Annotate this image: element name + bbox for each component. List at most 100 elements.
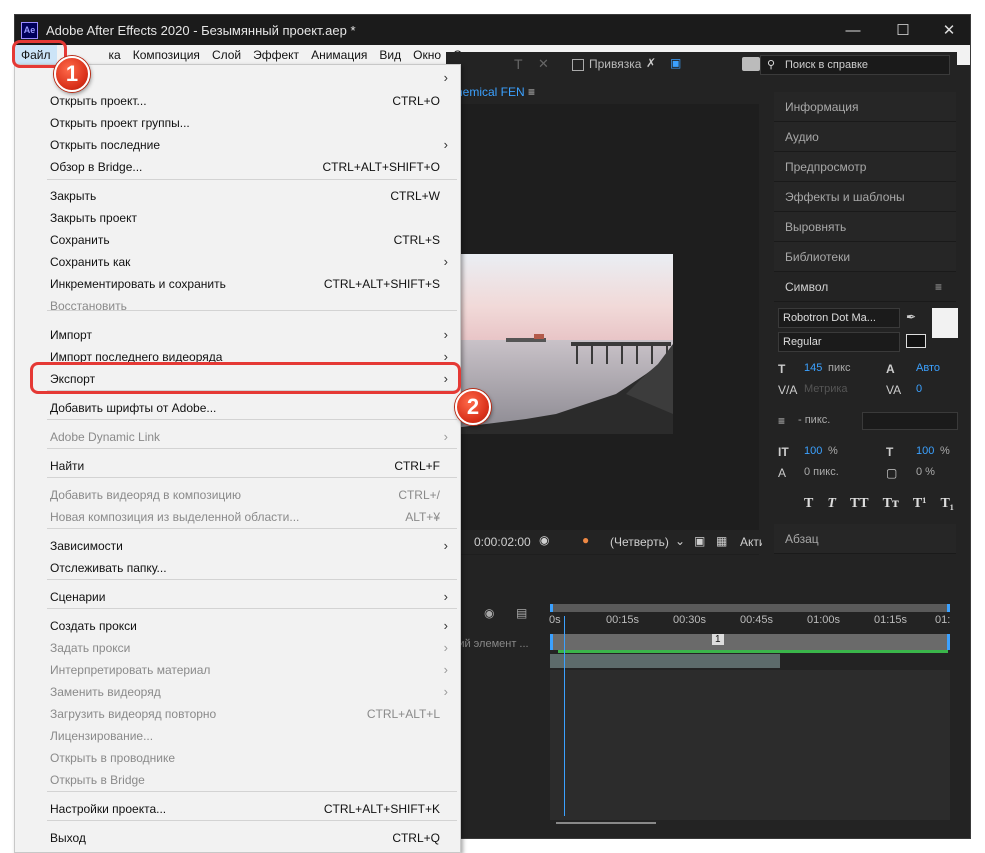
menu-animation[interactable]: Анимация	[305, 45, 373, 65]
layer-bar[interactable]	[550, 634, 950, 650]
after-effects-logo-icon: Ae	[21, 21, 38, 39]
menu-item-label: Зависимости	[50, 539, 123, 553]
kerning-value[interactable]: Метрика	[804, 383, 848, 395]
menu-item-dependencies[interactable]: Зависимости ›	[15, 535, 460, 557]
menu-item-set-proxy: Задать прокси ›	[15, 637, 460, 659]
menu-item-save-as[interactable]: Сохранить как ›	[15, 251, 460, 273]
menu-item-shortcut: CTRL+ALT+SHIFT+O	[322, 160, 440, 174]
menu-item-increment-and-save[interactable]: Инкрементировать и сохранить CTRL+ALT+SHI…	[15, 273, 460, 295]
eyedropper-icon[interactable]: ✒	[906, 310, 916, 324]
stroke-color-swatch[interactable]	[906, 334, 926, 348]
panel-info[interactable]: Информация	[774, 92, 956, 122]
tracking-icon: VA	[886, 383, 902, 397]
playhead[interactable]	[564, 616, 565, 816]
menu-item-open-recent[interactable]: Открыть последние ›	[15, 134, 460, 156]
current-time-field[interactable]: 0:00:02:00	[474, 535, 531, 549]
menu-item-project-settings[interactable]: Настройки проекта... CTRL+ALT+SHIFT+K	[15, 798, 460, 820]
panel-align[interactable]: Выровнять	[774, 212, 956, 242]
menu-item-close-project[interactable]: Закрыть проект	[15, 207, 460, 229]
font-size-value[interactable]: 145	[804, 362, 822, 374]
menu-item-exit[interactable]: Выход CTRL+Q	[15, 827, 460, 849]
menu-view[interactable]: Вид	[373, 45, 407, 65]
tab-menu-icon[interactable]: ≡	[528, 80, 535, 104]
stroke-width-value[interactable]: - пикс.	[798, 414, 830, 426]
horizontal-scale-value[interactable]: 100	[916, 445, 934, 457]
panel-effects-presets[interactable]: Эффекты и шаблоны	[774, 182, 956, 212]
fill-color-swatch[interactable]	[932, 308, 958, 338]
motion-blur-icon[interactable]: ◉	[484, 606, 494, 620]
snapshot-icon[interactable]: ◉	[539, 533, 549, 547]
chevron-down-icon[interactable]: ⌄	[675, 534, 685, 548]
horizontal-scale-unit: %	[940, 445, 950, 457]
menu-separator	[47, 179, 457, 180]
menu-item-close[interactable]: Закрыть CTRL+W	[15, 185, 460, 207]
menu-item-save[interactable]: Сохранить CTRL+S	[15, 229, 460, 251]
help-search-input[interactable]: ⚲ Поиск в справке	[760, 55, 950, 75]
subscript-button[interactable]: T₁	[940, 496, 954, 512]
menu-item-label: Новая композиция из выделенной области..…	[50, 510, 300, 524]
small-caps-button[interactable]: Tт	[883, 496, 899, 512]
composition-tab[interactable]: hemical FEN ≡	[446, 80, 759, 104]
menu-item-add-fonts-from-adobe[interactable]: Добавить шрифты от Adobe...	[15, 397, 460, 419]
superscript-button[interactable]: T¹	[913, 496, 927, 512]
zoom-slider[interactable]	[556, 822, 656, 824]
menu-composition[interactable]: Композиция	[127, 45, 206, 65]
snap-checkbox[interactable]	[572, 59, 584, 71]
menu-item-watch-folder[interactable]: Отслеживать папку...	[15, 557, 460, 579]
vertical-scale-value[interactable]: 100	[804, 445, 822, 457]
font-family-select[interactable]: Robotron Dot Ma...	[778, 308, 900, 328]
menu-item-import[interactable]: Импорт ›	[15, 324, 460, 346]
marker-label[interactable]: 1	[712, 634, 724, 645]
tracking-value[interactable]: 0	[916, 383, 922, 395]
menu-item-label: Инкрементировать и сохранить	[50, 277, 226, 291]
menu-window[interactable]: Окно	[407, 45, 447, 65]
menu-layer[interactable]: Слой	[206, 45, 247, 65]
menu-item-shortcut: CTRL+W	[390, 189, 440, 203]
close-icon[interactable]: ✕	[926, 15, 970, 45]
color-channels-icon[interactable]: ●	[582, 533, 589, 547]
graph-editor-icon[interactable]: ▤	[516, 606, 527, 620]
menu-item-scripts[interactable]: Сценарии ›	[15, 586, 460, 608]
panel-menu-icon[interactable]: ≡	[935, 272, 942, 302]
menu-item-label: Интерпретировать материал	[50, 663, 211, 677]
snap-edges-icon[interactable]: ▣	[670, 56, 681, 70]
panel-character-header[interactable]: Символ ≡	[774, 272, 956, 302]
menu-item-label: Добавить видеоряд в композицию	[50, 488, 242, 502]
panel-audio[interactable]: Аудио	[774, 122, 956, 152]
menu-item-shortcut: CTRL+/	[398, 488, 440, 502]
menu-item-find[interactable]: Найти CTRL+F	[15, 455, 460, 477]
chevron-right-icon: ›	[443, 429, 448, 444]
menu-item-open-team-project[interactable]: Открыть проект группы...	[15, 112, 460, 134]
font-style-select[interactable]: Regular	[778, 332, 900, 352]
type-tool-icon[interactable]: T	[514, 56, 523, 72]
snap-options-icon[interactable]: ✗	[646, 56, 656, 70]
baseline-shift-value[interactable]: 0 пикс.	[804, 466, 839, 478]
transparency-grid-icon[interactable]: ▦	[716, 534, 727, 548]
panel-paragraph[interactable]: Абзац	[774, 524, 956, 554]
layer-clip[interactable]	[550, 654, 780, 668]
menu-item-create-proxy[interactable]: Создать прокси ›	[15, 615, 460, 637]
region-icon[interactable]: ▣	[694, 534, 705, 548]
menu-item-open-project[interactable]: Открыть проект... CTRL+O	[15, 90, 460, 112]
workspace-icon[interactable]	[742, 57, 760, 71]
pin-tool-icon[interactable]: ✕	[538, 56, 549, 72]
menu-item-reload-footage: Загрузить видеоряд повторно CTRL+ALT+L	[15, 703, 460, 725]
menu-item-browse-in-bridge[interactable]: Обзор в Bridge... CTRL+ALT+SHIFT+O	[15, 156, 460, 178]
faux-italic-button[interactable]: T	[827, 496, 836, 512]
minimize-icon[interactable]: —	[830, 15, 876, 45]
resolution-dropdown[interactable]: (Четверть)	[610, 535, 669, 549]
maximize-icon[interactable]: ☐	[880, 15, 926, 45]
menu-item-label: Открыть проект...	[50, 94, 147, 108]
work-area-bar[interactable]	[550, 604, 950, 612]
timeline-track-area[interactable]	[550, 670, 950, 820]
faux-bold-button[interactable]: T	[804, 496, 813, 512]
leading-value[interactable]: Авто	[916, 362, 940, 374]
stroke-type-select[interactable]	[862, 412, 958, 430]
tsume-value[interactable]: 0 %	[916, 466, 935, 478]
panel-preview[interactable]: Предпросмотр	[774, 152, 956, 182]
all-caps-button[interactable]: TT	[850, 496, 869, 512]
menu-effect[interactable]: Эффект	[247, 45, 305, 65]
menu-item-shortcut: CTRL+Q	[392, 831, 440, 845]
panel-libraries[interactable]: Библиотеки	[774, 242, 956, 272]
step-badge-1: 1	[54, 56, 90, 92]
